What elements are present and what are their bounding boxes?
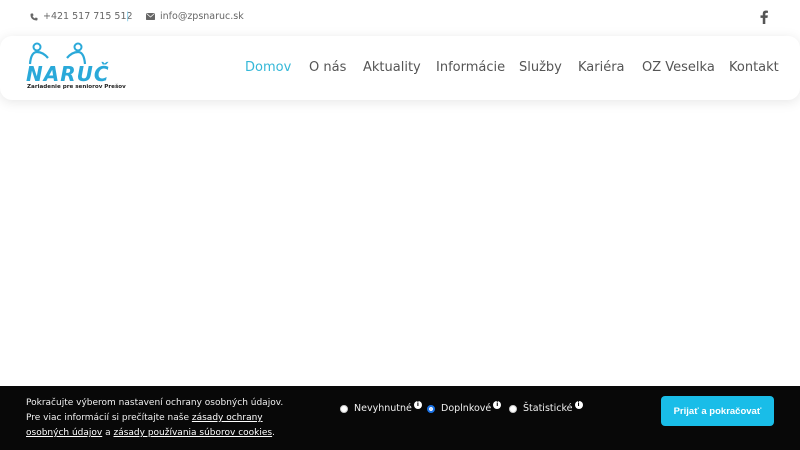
cookie-consent-bar: Pokračujte výberom nastavení ochrany oso… [0,386,800,450]
nav-item-kariera[interactable]: Kariéra [578,60,625,75]
email-address: info@zpsnaruc.sk [160,11,244,22]
info-icon[interactable]: i [574,400,583,409]
option-label: Doplnkové [441,403,492,414]
cookie-text-part: a [102,428,114,438]
main-navigation: Domov O nás Aktuality Informácie Služby … [0,60,800,78]
phone-number: +421 517 715 512 [43,11,133,22]
radio-statisticke[interactable] [509,404,517,413]
nav-item-o-nas[interactable]: O nás [309,60,346,75]
nav-item-aktuality[interactable]: Aktuality [363,60,421,75]
accept-button[interactable]: Prijať a pokračovať [661,396,774,426]
option-label: Štatistické [523,403,573,414]
cookie-policy-link[interactable]: zásady používania súborov cookies [113,428,272,438]
email-contact[interactable]: info@zpsnaruc.sk [146,11,244,22]
phone-icon [30,13,38,20]
cookie-text-part: . [272,428,275,438]
top-contact-bar: +421 517 715 512 | info@zpsnaruc.sk [0,0,800,36]
radio-nevyhnutne[interactable] [340,404,348,413]
info-icon[interactable]: i [493,400,502,409]
nav-item-oz-veselka[interactable]: OZ Veselka [642,60,715,75]
cookie-message: Pokračujte výberom nastavení ochrany oso… [26,396,296,441]
logo-subtitle: Zariadenie pre seniorov Prešov [27,84,126,90]
main-header: NARUČ Zariadenie pre seniorov Prešov Dom… [0,36,800,100]
option-statisticke[interactable]: Štatistické i [509,400,583,414]
option-nevyhnutne[interactable]: Nevyhnutné i [340,400,422,414]
option-doplnkove[interactable]: Doplnkové i [427,400,502,414]
phone-contact[interactable]: +421 517 715 512 [30,11,133,22]
envelope-icon [146,13,155,20]
nav-item-informacie[interactable]: Informácie [436,60,505,75]
option-label: Nevyhnutné [354,403,412,414]
nav-item-domov[interactable]: Domov [245,60,291,75]
nav-item-kontakt[interactable]: Kontakt [729,60,779,75]
nav-item-sluzby[interactable]: Služby [519,60,562,75]
radio-doplnkove[interactable] [427,404,435,413]
info-icon[interactable]: i [413,400,422,409]
topbar-separator: | [126,11,130,22]
facebook-icon[interactable] [759,10,769,24]
